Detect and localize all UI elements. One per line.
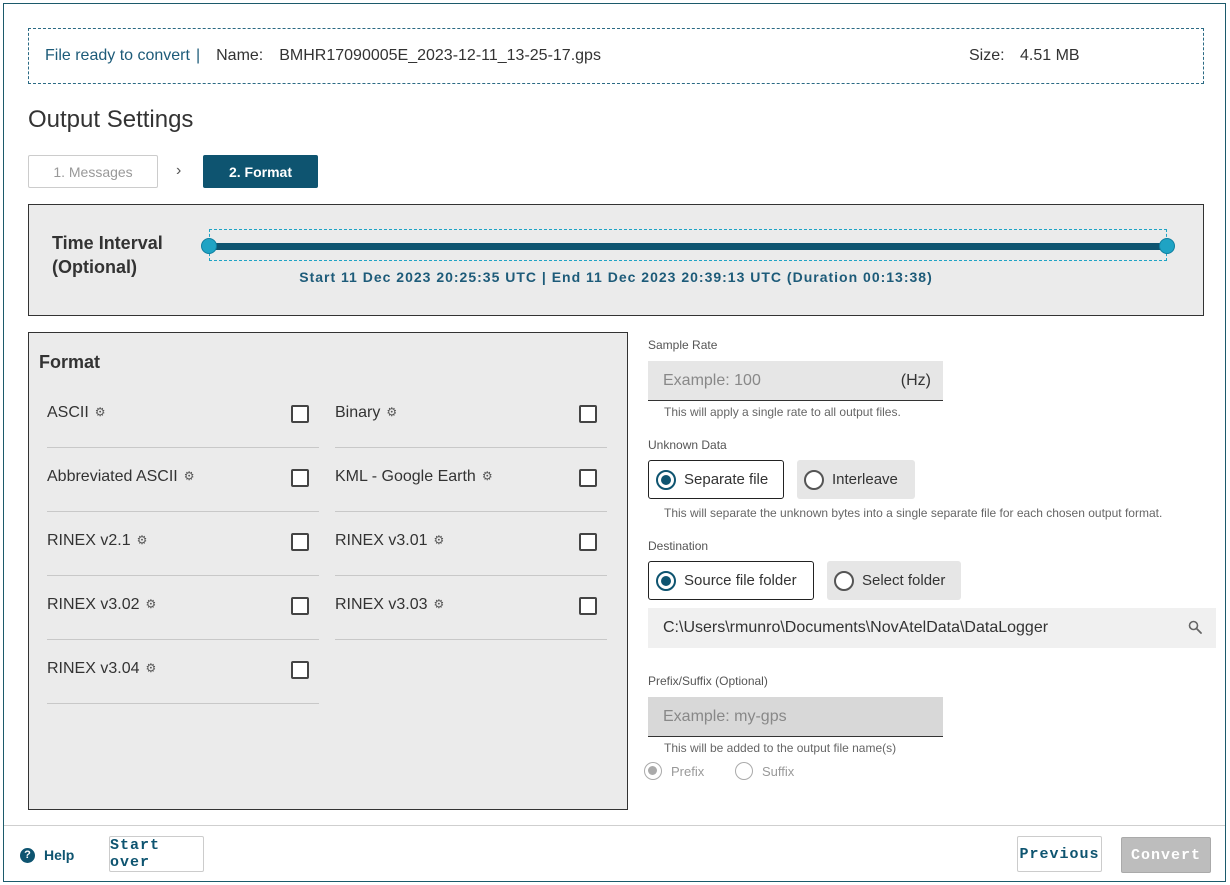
format-item-label: ASCII [47, 404, 89, 421]
help-link[interactable]: ? Help [20, 847, 74, 863]
format-item-rinex-v3-01: RINEX v3.01 ⚙ [335, 512, 607, 576]
gear-icon[interactable]: ⚙ [145, 597, 156, 611]
format-item-label: RINEX v3.02 [47, 596, 140, 613]
banner-separator: | [195, 47, 201, 64]
gear-icon[interactable]: ⚙ [433, 597, 444, 611]
unknown-data-separate-file[interactable]: Separate file [648, 460, 784, 499]
file-name-value: BMHR17090005E_2023-12-11_13-25-17.gps [279, 47, 601, 64]
format-checkbox-rinex-v3-02[interactable] [291, 597, 309, 615]
format-checkbox-rinex-v3-03[interactable] [579, 597, 597, 615]
format-item-label: KML - Google Earth [335, 468, 476, 485]
radio-unselected-icon [735, 762, 753, 780]
format-item-rinex-v2-1: RINEX v2.1 ⚙ [47, 512, 319, 576]
format-item-label: RINEX v2.1 [47, 532, 131, 549]
convert-button[interactable]: Convert [1121, 837, 1211, 873]
gear-icon[interactable]: ⚙ [482, 469, 493, 483]
format-item-label: Abbreviated ASCII [47, 468, 178, 485]
file-name-label: Name: [216, 47, 264, 64]
format-panel: Format ASCII ⚙ Binary ⚙ Abbreviated ASCII ⚙… [28, 332, 628, 810]
time-range-text: Start 11 Dec 2023 20:25:35 UTC | End 11 … [299, 269, 933, 285]
step-messages[interactable]: 1. Messages [28, 155, 158, 188]
help-icon: ? [20, 847, 35, 863]
format-item-label: Binary [335, 404, 381, 421]
prefix-suffix-label: Prefix/Suffix (Optional) [648, 674, 768, 688]
format-checkbox-kml[interactable] [579, 469, 597, 487]
sample-rate-hint: This will apply a single rate to all out… [664, 405, 901, 419]
time-interval-panel: Time Interval (Optional) Start 11 Dec 20… [28, 204, 1204, 316]
radio-selected-icon [656, 469, 676, 490]
page-title: Output Settings [28, 106, 194, 133]
option-label: Separate file [684, 471, 769, 488]
sample-rate-label: Sample Rate [648, 338, 718, 352]
gear-icon[interactable]: ⚙ [386, 405, 397, 419]
prefix-suffix-hint: This will be added to the output file na… [664, 741, 897, 755]
gear-icon[interactable]: ⚙ [184, 469, 195, 483]
option-label: Suffix [762, 763, 795, 779]
step-format[interactable]: 2. Format [203, 155, 318, 188]
slider-end-handle[interactable] [1159, 238, 1175, 254]
prefix-suffix-placeholder: Example: my-gps [663, 707, 787, 725]
format-item-abbreviated-ascii: Abbreviated ASCII ⚙ [47, 448, 319, 512]
format-checkbox-rinex-v3-01[interactable] [579, 533, 597, 551]
gear-icon[interactable]: ⚙ [145, 661, 156, 675]
sample-rate-input[interactable]: Example: 100 (Hz) [648, 361, 943, 401]
file-banner: File ready to convert | Name: BMHR170900… [28, 28, 1204, 84]
destination-select-folder[interactable]: Select folder [827, 561, 961, 600]
format-checkbox-abbreviated-ascii[interactable] [291, 469, 309, 487]
format-item-label: RINEX v3.01 [335, 532, 428, 549]
format-checkbox-binary[interactable] [579, 405, 597, 423]
destination-path: C:\Users\rmunro\Documents\NovAtelData\Da… [663, 619, 1049, 636]
unknown-data-interleave[interactable]: Interleave [797, 460, 915, 499]
previous-button[interactable]: Previous [1017, 836, 1102, 872]
unknown-data-label: Unknown Data [648, 438, 727, 452]
destination-source-file-folder[interactable]: Source file folder [648, 561, 814, 600]
gear-icon[interactable]: ⚙ [95, 405, 106, 419]
option-label: Source file folder [684, 572, 797, 589]
destination-path-input[interactable]: C:\Users\rmunro\Documents\NovAtelData\Da… [648, 608, 1216, 648]
destination-label: Destination [648, 539, 709, 553]
format-item-rinex-v3-03: RINEX v3.03 ⚙ [335, 576, 607, 640]
slider-track [210, 243, 1166, 250]
option-label: Select folder [862, 572, 946, 589]
format-checkbox-rinex-v2-1[interactable] [291, 533, 309, 551]
format-item-ascii: ASCII ⚙ [47, 384, 319, 448]
format-checkbox-ascii[interactable] [291, 405, 309, 423]
time-interval-label-line1: Time Interval [52, 233, 163, 253]
gear-icon[interactable]: ⚙ [137, 533, 148, 547]
format-checkbox-rinex-v3-04[interactable] [291, 661, 309, 679]
time-range-slider[interactable] [201, 229, 1175, 261]
sample-rate-placeholder: Example: 100 [663, 371, 761, 389]
search-icon[interactable] [1188, 620, 1202, 634]
radio-selected-icon [644, 762, 662, 780]
prefix-option[interactable]: Prefix [644, 762, 704, 780]
option-label: Prefix [671, 763, 705, 779]
file-size-label: Size: [969, 47, 1005, 64]
file-status: File ready to convert [45, 47, 190, 64]
radio-unselected-icon [834, 570, 854, 591]
radio-unselected-icon [804, 469, 824, 490]
format-title: Format [39, 352, 101, 372]
footer-divider [4, 825, 1225, 826]
sample-rate-unit: (Hz) [900, 372, 931, 389]
gear-icon[interactable]: ⚙ [433, 533, 444, 547]
prefix-suffix-input[interactable]: Example: my-gps [648, 697, 943, 737]
file-size-value: 4.51 MB [1020, 47, 1080, 64]
unknown-data-hint: This will separate the unknown bytes int… [664, 506, 1163, 520]
chevron-right-icon: › [176, 162, 182, 179]
help-label: Help [44, 847, 75, 863]
start-over-button[interactable]: Start over [109, 836, 204, 872]
radio-selected-icon [656, 570, 676, 591]
format-item-label: RINEX v3.03 [335, 596, 428, 613]
slider-start-handle[interactable] [201, 238, 217, 254]
suffix-option[interactable]: Suffix [735, 762, 794, 780]
format-item-rinex-v3-04: RINEX v3.04 ⚙ [47, 640, 319, 704]
format-item-binary: Binary ⚙ [335, 384, 607, 448]
format-item-rinex-v3-02: RINEX v3.02 ⚙ [47, 576, 319, 640]
format-item-label: RINEX v3.04 [47, 660, 140, 677]
format-item-kml: KML - Google Earth ⚙ [335, 448, 607, 512]
option-label: Interleave [832, 471, 898, 488]
